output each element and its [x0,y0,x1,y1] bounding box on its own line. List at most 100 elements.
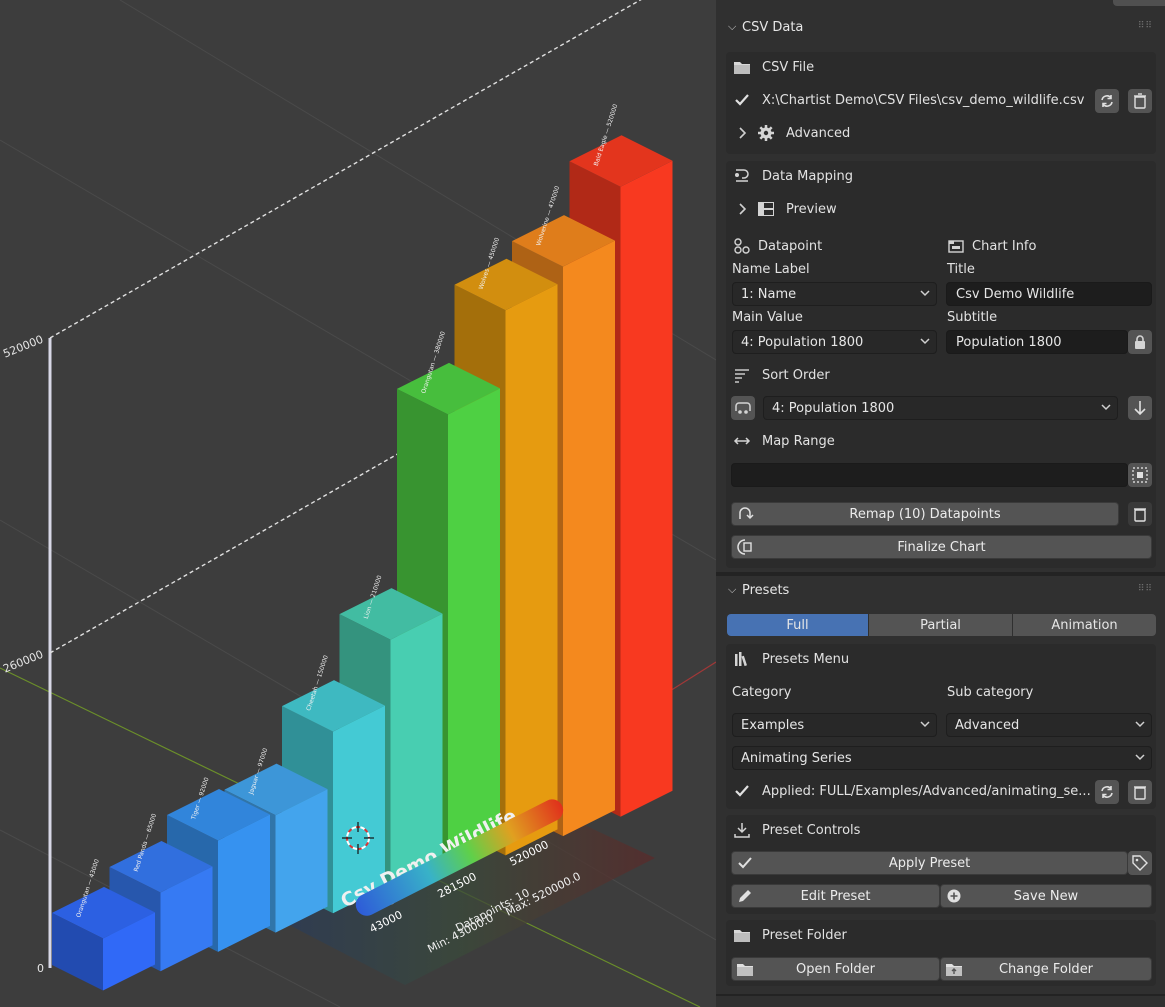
drag-grip-icon[interactable]: ⠿⠿ [1138,584,1153,594]
tag-icon [1132,855,1148,871]
pencil-icon [739,890,751,902]
region-tab[interactable] [1113,0,1165,6]
chevron-down-icon: ⌵ [728,20,737,33]
data-mapping-icon [732,166,752,186]
properties-sidebar: ⌵ CSV Data ⠿⠿ CSV File X:\Chartist Demo\… [716,0,1165,1007]
trash-icon [1134,508,1146,522]
map-range-input[interactable] [731,463,1128,487]
lock-icon [1135,335,1145,349]
csv-path-row: X:\Chartist Demo\CSV Files\csv_demo_wild… [732,88,1084,112]
tab-animation[interactable]: Animation [1013,614,1156,636]
preset-delete-button[interactable] [1128,780,1152,804]
tag-button[interactable] [1128,851,1152,875]
title-caption: Title [947,262,975,277]
advanced-row[interactable]: Advanced [732,121,850,145]
selection-box-icon [1132,467,1148,483]
name-label-value: 1: Name [741,286,797,302]
chevron-down-icon: ⌵ [728,583,737,596]
apply-preset-button[interactable]: Apply Preset [731,851,1128,875]
folder-icon [732,925,752,945]
chevron-down-icon [920,721,930,728]
csv-file-row: CSV File [732,55,814,79]
y-tick-label: 520000 [1,333,45,361]
open-folder-button[interactable]: Open Folder [731,957,940,981]
chart-info-icon [946,236,966,256]
edit-preset-button[interactable]: Edit Preset [731,884,940,908]
subcategory-value: Advanced [955,717,1020,733]
preset-controls-box: Preset Controls Apply Preset Edit Preset… [726,815,1156,914]
presets-menu-label: Presets Menu [762,651,850,667]
tab-full[interactable]: Full [727,614,868,636]
subtitle-lock-button[interactable] [1128,330,1152,354]
sort-order-dropdown[interactable]: 4: Population 1800 [763,396,1118,420]
chevron-down-icon [920,290,930,297]
save-new-button[interactable]: Save New [940,884,1152,908]
csv-file-path: X:\Chartist Demo\CSV Files\csv_demo_wild… [762,92,1085,108]
chevron-down-icon [1135,721,1145,728]
csv-data-title: CSV Data [742,19,804,35]
subcategory-dropdown[interactable]: Advanced [946,713,1152,737]
name-label-dropdown[interactable]: 1: Name [732,282,937,306]
sort-direction-button[interactable] [1128,396,1152,420]
sort-mode-button[interactable] [731,396,755,420]
gear-icon [756,123,776,143]
plus-circle-icon [947,889,961,903]
preset-dropdown[interactable]: Animating Series [732,746,1152,770]
table-preview-icon [756,199,776,219]
data-mapping-row: Data Mapping [732,164,853,188]
subtitle-input[interactable]: Population 1800 [946,330,1128,354]
sort-order-row: Sort Order [732,363,830,387]
tab-partial[interactable]: Partial [869,614,1012,636]
refresh-icon [1101,95,1113,107]
y-tick-label: 260000 [1,648,45,676]
applied-preset-text: Applied: FULL/Examples/Advanced/animatin… [762,783,1091,799]
sort-order-label: Sort Order [762,367,830,383]
remap-button-label: Remap (10) Datapoints [849,506,1001,522]
main-value-dropdown[interactable]: 4: Population 1800 [732,330,937,354]
data-mapping-box: Data Mapping Preview Datapoint Chart Inf… [726,161,1156,568]
preview-row[interactable]: Preview [732,197,837,221]
chevron-right-icon [732,199,752,219]
advanced-label: Advanced [786,125,851,141]
finalize-chart-label: Finalize Chart [897,539,986,555]
bar-right-face [620,160,673,817]
delete-csv-button[interactable] [1128,89,1152,113]
bottom-divider [716,994,1165,996]
drag-grip-icon[interactable]: ⠿⠿ [1138,21,1153,31]
3d-viewport[interactable]: 0 260000 520000 Bald Eagle — 520000 Wolverin… [0,0,716,1007]
title-input[interactable]: Csv Demo Wildlife [946,282,1152,306]
open-folder-label: Open Folder [795,961,876,977]
checkmark-icon [732,781,752,801]
trash-icon [1134,786,1146,800]
preset-controls-row: Preset Controls [732,818,860,842]
preset-folder-row: Preset Folder [732,923,847,947]
csv-data-panel-header[interactable]: ⌵ CSV Data ⠿⠿ [718,13,1163,41]
csv-file-label: CSV File [762,59,815,75]
preset-reload-button[interactable] [1095,780,1119,804]
map-range-label: Map Range [762,433,835,449]
bar-chart-3d: 0260000520000Bald Eagle — 520000Wolverin… [0,0,716,1007]
presets-menu-row: Presets Menu [732,647,849,671]
trash-icon [1134,93,1146,109]
subtitle-caption: Subtitle [947,310,998,325]
map-range-pick-button[interactable] [1128,463,1152,487]
csv-file-box: CSV File X:\Chartist Demo\CSV Files\csv_… [726,52,1156,154]
finalize-chart-button[interactable]: Finalize Chart [731,535,1152,559]
change-folder-label: Change Folder [998,961,1094,977]
subcategory-caption: Sub category [947,685,1034,700]
presets-panel-header[interactable]: ⌵ Presets ⠿⠿ [718,576,1163,604]
reload-button[interactable] [1095,89,1119,113]
chart-info-label: Chart Info [972,238,1037,254]
presets-menu-box: Presets Menu Category Sub category Examp… [726,644,1156,809]
save-new-label: Save New [1013,888,1079,904]
bar-right-face [505,284,558,856]
main-value-caption: Main Value [732,310,803,325]
category-dropdown[interactable]: Examples [732,713,937,737]
folder-change-icon [946,964,962,976]
category-caption: Category [732,685,792,700]
remap-delete-button[interactable] [1128,502,1152,526]
change-folder-button[interactable]: Change Folder [940,957,1152,981]
sort-lines-icon [732,365,752,385]
remap-button[interactable]: Remap (10) Datapoints [731,502,1119,526]
preset-folder-label: Preset Folder [762,927,847,943]
